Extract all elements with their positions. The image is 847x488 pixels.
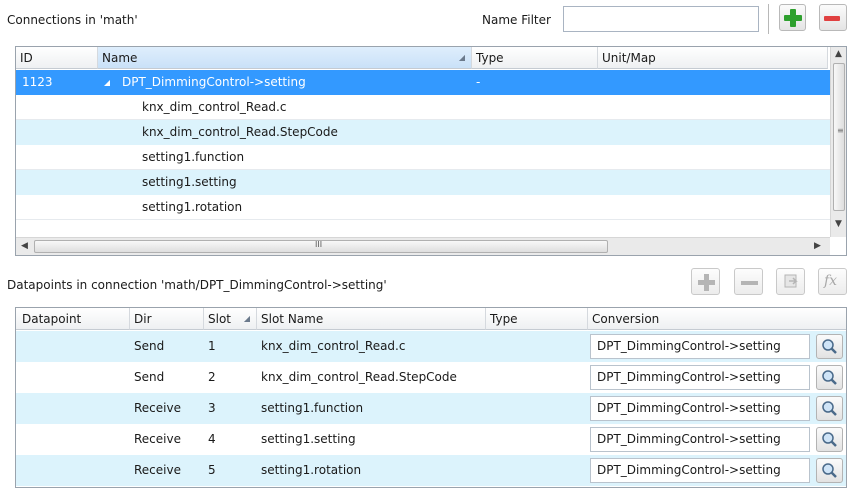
cell-name: setting1.setting [142, 175, 237, 189]
cell-slot: 1 [208, 339, 216, 353]
cell-slot-name: knx_dim_control_Read.c [261, 339, 406, 353]
cell-dir: Send [134, 370, 165, 384]
search-icon [822, 370, 837, 385]
conversion-search-button[interactable] [816, 396, 843, 421]
connection-row[interactable]: 1123 ◢ DPT_DimmingControl->setting - [16, 70, 830, 95]
formula-button[interactable]: fx [818, 268, 847, 295]
column-header-dir[interactable]: Dir [130, 308, 204, 330]
conversion-field[interactable]: DPT_DimmingControl->setting [590, 334, 810, 359]
scroll-up-icon[interactable]: ▲ [835, 49, 842, 59]
sort-ascending-icon: ◢ [243, 314, 250, 323]
conversion-search-button[interactable] [816, 458, 843, 483]
column-header-label: Slot [208, 312, 231, 326]
cell-name: knx_dim_control_Read.c [142, 100, 287, 114]
column-header-label: Type [490, 312, 518, 326]
cell-id: 1123 [22, 75, 53, 89]
cell-name: setting1.function [142, 150, 245, 164]
scrollbar-thumb[interactable]: ≡ [833, 63, 845, 211]
conversion-field[interactable]: DPT_DimmingControl->setting [590, 458, 810, 483]
datapoint-row[interactable]: Send 1 knx_dim_control_Read.c DPT_Dimmin… [16, 331, 846, 362]
datapoint-row[interactable]: Receive 4 setting1.setting DPT_DimmingCo… [16, 424, 846, 455]
scroll-down-icon[interactable]: ▼ [835, 219, 842, 229]
search-icon [822, 432, 837, 447]
column-header-label: Name [102, 51, 138, 65]
conversion-search-button[interactable] [816, 365, 843, 390]
cell-dir: Send [134, 339, 165, 353]
connections-table: ID Name ◢ Type Unit/Map 1123 ◢ DPT_Dimmi… [15, 46, 847, 256]
datapoint-row[interactable]: Receive 3 setting1.function DPT_DimmingC… [16, 393, 846, 424]
horizontal-scrollbar[interactable]: ◀ III ▶ [16, 237, 830, 255]
add-connection-button[interactable] [779, 4, 806, 31]
column-header-id[interactable]: ID [16, 47, 98, 69]
add-datapoint-button[interactable] [691, 268, 720, 295]
conversion-field[interactable]: DPT_DimmingControl->setting [590, 365, 810, 390]
column-header-datapoint[interactable]: Datapoint [16, 308, 130, 330]
conversion-field[interactable]: DPT_DimmingControl->setting [590, 427, 810, 452]
remove-datapoint-button[interactable] [734, 268, 763, 295]
cell-slot-name: setting1.function [261, 401, 364, 415]
cell-slot-name: setting1.setting [261, 432, 356, 446]
connection-child-row[interactable]: setting1.setting [16, 170, 830, 195]
column-header-label: ID [20, 51, 33, 65]
scroll-right-icon[interactable]: ▶ [814, 241, 821, 251]
cell-slot: 2 [208, 370, 216, 384]
conversion-search-button[interactable] [816, 427, 843, 452]
cell-name: setting1.rotation [142, 200, 243, 214]
datapoints-table: Datapoint Dir Slot ◢ Slot Name Type Conv… [15, 307, 847, 488]
column-header-label: Datapoint [22, 312, 82, 326]
cell-slot: 5 [208, 463, 216, 477]
cell-slot: 4 [208, 432, 216, 446]
tree-expander-icon[interactable]: ◢ [104, 70, 110, 95]
connection-child-row[interactable]: setting1.function [16, 145, 830, 170]
cell-name: knx_dim_control_Read.StepCode [142, 125, 338, 139]
copy-icon [784, 274, 798, 288]
cell-slot: 3 [208, 401, 216, 415]
conversion-search-button[interactable] [816, 334, 843, 359]
column-header-label: Conversion [592, 312, 660, 326]
column-header-label: Dir [134, 312, 152, 326]
column-header-type[interactable]: Type [472, 47, 598, 69]
column-header-label: Unit/Map [602, 51, 656, 65]
cell-dir: Receive [134, 463, 181, 477]
cell-dir: Receive [134, 401, 181, 415]
connection-child-row[interactable]: knx_dim_control_Read.StepCode [16, 120, 830, 145]
conversion-field[interactable]: DPT_DimmingControl->setting [590, 396, 810, 421]
datapoints-title: Datapoints in connection 'math/DPT_Dimmi… [7, 278, 387, 292]
cell-name: DPT_DimmingControl->setting [122, 75, 306, 89]
connection-child-row[interactable]: knx_dim_control_Read.c [16, 95, 830, 120]
scroll-left-icon[interactable]: ◀ [21, 241, 28, 251]
cell-slot-name: knx_dim_control_Read.StepCode [261, 370, 457, 384]
search-icon [822, 339, 837, 354]
search-icon [822, 463, 837, 478]
column-header-label: Type [476, 51, 504, 65]
datapoint-row[interactable]: Receive 5 setting1.rotation DPT_DimmingC… [16, 455, 846, 486]
column-header-slot-name[interactable]: Slot Name [257, 308, 486, 330]
remove-connection-button[interactable] [819, 4, 847, 31]
column-header-unit-map[interactable]: Unit/Map [598, 47, 828, 69]
column-header-label: Slot Name [261, 312, 324, 326]
column-header-slot[interactable]: Slot ◢ [204, 308, 257, 330]
name-filter-label: Name Filter [482, 13, 551, 27]
sort-ascending-icon: ◢ [458, 53, 465, 62]
column-header-type[interactable]: Type [486, 308, 588, 330]
copy-button[interactable] [776, 268, 805, 295]
cell-dir: Receive [134, 432, 181, 446]
connection-child-row[interactable]: setting1.rotation [16, 195, 830, 220]
name-filter-input[interactable] [563, 6, 759, 32]
scroll-grip: III [315, 240, 323, 249]
column-header-name[interactable]: Name ◢ [98, 47, 472, 69]
scrollbar-thumb[interactable]: III [34, 240, 608, 253]
cell-slot-name: setting1.rotation [261, 463, 362, 477]
formula-icon: fx [824, 273, 838, 289]
connections-title: Connections in 'math' [7, 13, 138, 27]
datapoint-row[interactable]: Send 2 knx_dim_control_Read.StepCode DPT… [16, 362, 846, 393]
search-icon [822, 401, 837, 416]
column-header-conversion[interactable]: Conversion [588, 308, 846, 330]
toolbar-separator [768, 4, 769, 34]
cell-type: - [476, 75, 481, 89]
vertical-scrollbar[interactable]: ▲ ≡ ▼ [830, 47, 846, 237]
